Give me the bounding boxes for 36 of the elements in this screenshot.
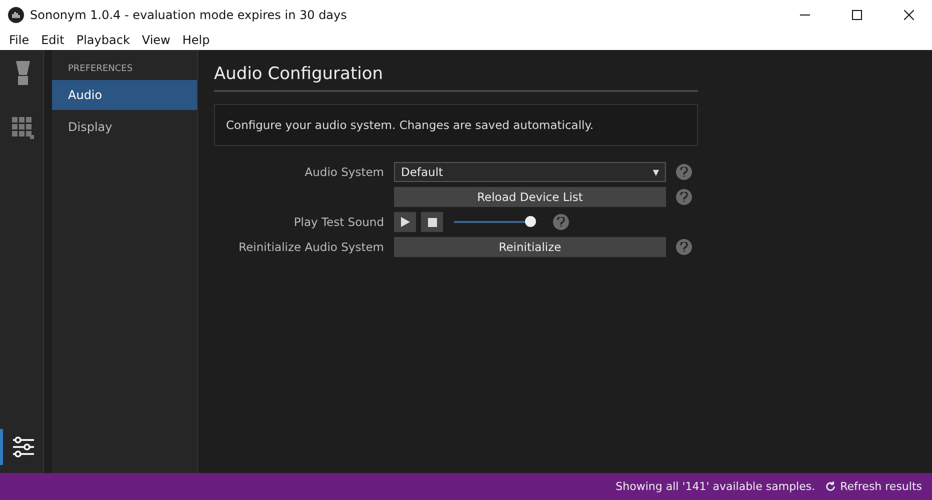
page-title: Audio Configuration bbox=[214, 64, 698, 92]
volume-slider[interactable] bbox=[454, 216, 534, 228]
lamp-icon bbox=[13, 61, 33, 87]
app-logo-icon bbox=[8, 7, 24, 23]
status-text: Showing all '141' available samples. bbox=[616, 480, 816, 493]
info-note: Configure your audio system. Changes are saved automatically. bbox=[214, 104, 698, 146]
action-button[interactable]: Reload Device List bbox=[394, 187, 666, 207]
maximize-icon bbox=[852, 10, 862, 20]
sliders-icon bbox=[12, 436, 34, 458]
grid-icon bbox=[12, 117, 34, 139]
help-icon[interactable] bbox=[676, 189, 692, 205]
close-icon bbox=[904, 10, 914, 20]
refresh-icon bbox=[825, 481, 836, 492]
stop-button[interactable] bbox=[421, 212, 443, 232]
audio-system-dropdown[interactable]: Default ▼ bbox=[394, 162, 666, 182]
slider-thumb[interactable] bbox=[524, 216, 536, 227]
action-button[interactable]: Reinitialize bbox=[394, 237, 666, 257]
refresh-button[interactable]: Refresh results bbox=[825, 480, 922, 493]
stop-icon bbox=[428, 218, 436, 226]
play-icon bbox=[400, 217, 410, 227]
help-icon[interactable] bbox=[553, 214, 569, 230]
menu-item[interactable]: Help bbox=[177, 33, 215, 47]
help-icon[interactable] bbox=[676, 239, 692, 255]
setting-label: Audio System bbox=[304, 165, 384, 179]
setting-label: Play Test Sound bbox=[292, 215, 384, 229]
menu-item[interactable]: Playback bbox=[71, 33, 135, 47]
menu-item[interactable]: Edit bbox=[36, 33, 70, 47]
menu-item[interactable]: View bbox=[136, 33, 176, 47]
play-button[interactable] bbox=[394, 212, 416, 232]
setting-label: Reinitialize Audio System bbox=[238, 240, 384, 254]
help-icon[interactable] bbox=[676, 164, 692, 180]
sidebar-item[interactable]: Audio bbox=[52, 80, 197, 110]
window-title: Sononym 1.0.4 - evaluation mode expires in 30 days bbox=[30, 8, 348, 22]
sidebar-item[interactable]: Display bbox=[52, 112, 197, 142]
sidebar-heading: PREFERENCES bbox=[67, 63, 134, 76]
menu-item[interactable]: File bbox=[4, 33, 34, 47]
